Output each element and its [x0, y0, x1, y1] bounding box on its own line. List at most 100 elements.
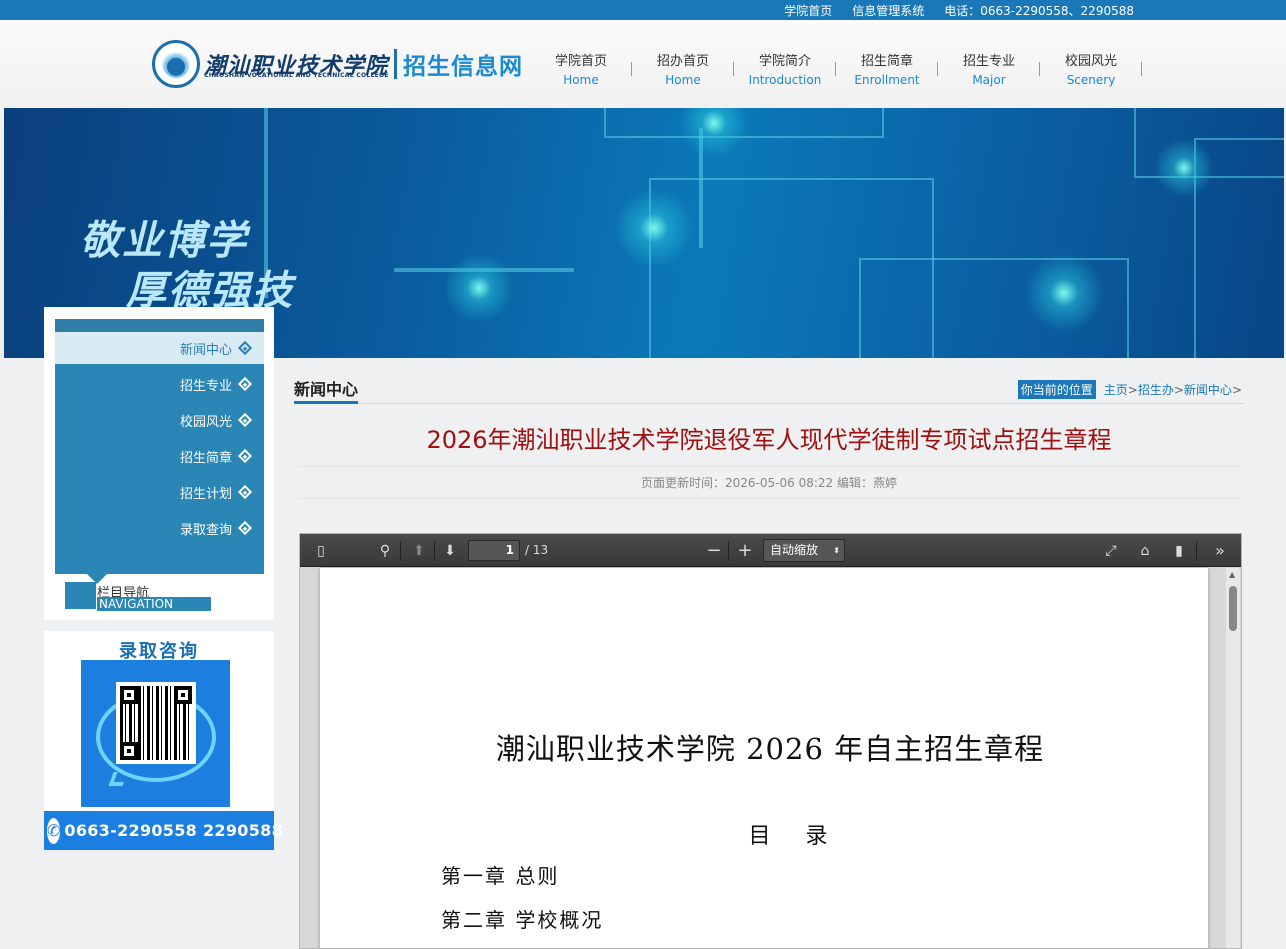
nav-label-en: Enrollment [854, 73, 920, 87]
pdf-toc-item: 第二章 学校概况 [441, 908, 604, 932]
nav-item-office-home[interactable]: 招办首页 Home [632, 54, 734, 90]
main-nav: 学院首页 Home 招办首页 Home 学院简介 Introduction 招生简章 E… [530, 54, 1142, 90]
top-link-home[interactable]: 学院首页 [784, 2, 832, 19]
top-links: 学院首页 信息管理系统 电话：0663-2290558、2290588 [784, 2, 1134, 19]
sidebar-toggle-icon[interactable]: ▯ [312, 542, 330, 560]
sidebar-item-label: 新闻中心 [179, 342, 232, 358]
top-link-info-system[interactable]: 信息管理系统 [852, 2, 924, 19]
sidebar-item-label: 招生简章 [179, 450, 232, 466]
diamond-bullet-icon [237, 448, 253, 464]
zoom-select[interactable]: 自动缩放 ⬍ [763, 539, 845, 562]
sidebar-item-majors[interactable]: 招生专业 [55, 368, 264, 400]
breadcrumb-news[interactable]: 新闻中心 [1184, 381, 1232, 398]
sidebar-item-label: 录取查询 [179, 522, 232, 538]
bookmark-icon[interactable]: ▮ [1170, 542, 1188, 560]
qr-finder [174, 686, 192, 704]
nav-label-en: Home [665, 73, 701, 87]
previous-page-icon[interactable]: ⬆ [410, 542, 428, 560]
nav-label-en: Home [563, 73, 599, 87]
banner-glow [679, 108, 749, 158]
section-header: 新闻中心 你当前的位置 主页 > 招生办 > 新闻中心 > [294, 376, 1244, 404]
nav-item-introduction[interactable]: 学院简介 Introduction [734, 54, 836, 90]
sidebar-menu-top-strip [55, 319, 264, 331]
banner-glow [1024, 253, 1104, 333]
phone-icon: ✆ [47, 817, 61, 844]
nav-label: 校园风光 [1064, 54, 1117, 69]
pdf-scrollbar[interactable]: ▲ [1226, 568, 1240, 948]
top-bar: 学院首页 信息管理系统 电话：0663-2290558、2290588 [0, 0, 1286, 20]
toolbar-separator [1196, 541, 1197, 561]
toolbar-separator [728, 541, 729, 561]
banner-glow [614, 188, 694, 268]
pdf-document-heading: 潮汕职业技术学院 2026 年自主招生章程 [495, 732, 1045, 766]
tools-menu-icon[interactable]: » [1211, 542, 1229, 560]
sidebar-item-plan[interactable]: 招生计划 [55, 476, 264, 508]
sidebar-item-label: 招生专业 [179, 378, 232, 394]
diamond-bullet-icon [237, 412, 253, 428]
search-icon[interactable]: ⚲ [376, 542, 394, 560]
consult-phone-bar: ✆ 0663-2290558 2290588 [44, 811, 283, 850]
sidebar-item-scenery[interactable]: 校园风光 [55, 404, 264, 436]
sidebar-menu: 新闻中心 招生专业 校园风光 招生简章 招生计划 录取查询 [55, 319, 264, 574]
sidebar-nav-label: 栏目导航 NAVIGATION [65, 582, 211, 616]
pdf-viewer: ▯ ⚲ ⬆ ⬇ 1 / 13 − + 自动缩放 ⬍ ⤢ ⌂ ▮ » 潮汕职业技术学… [299, 533, 1242, 949]
breadcrumb-separator: > [1173, 382, 1184, 397]
nav-label-en: Introduction [748, 73, 822, 87]
zoom-select-value: 自动缩放 [770, 543, 819, 557]
article-meta: 页面更新时间：2026-05-06 08:22 编辑：燕婷 [298, 466, 1240, 499]
diamond-bullet-icon [237, 520, 253, 536]
pdf-toc-item: 第一章 总则 [441, 864, 560, 888]
scroll-up-icon[interactable]: ▲ [1229, 570, 1235, 579]
consult-phone-number: 0663-2290558 2290588 [64, 821, 284, 840]
logo-college-name-en: CHAOSHAN VOCATIONAL AND TECHNICAL COLLEG… [204, 72, 389, 79]
page-count: / 13 [525, 543, 549, 557]
qr-code-panel [81, 660, 230, 807]
fullscreen-icon[interactable]: ⤢ [1102, 542, 1120, 560]
scrollbar-thumb[interactable] [1229, 586, 1237, 631]
site-header: 潮汕职业技术学院 CHAOSHAN VOCATIONAL AND TECHNIC… [0, 20, 1286, 108]
sidebar-item-brochure[interactable]: 招生简章 [55, 440, 264, 472]
page-number-input[interactable]: 1 [468, 540, 520, 561]
diamond-bullet-icon [237, 340, 253, 356]
nav-label-en: NAVIGATION [97, 597, 211, 611]
nav-label-square [65, 582, 96, 609]
nav-label-en: Major [972, 73, 1006, 87]
pdf-toc-title: 目 录 [748, 824, 842, 849]
chevron-updown-icon: ⬍ [833, 546, 840, 555]
sidebar-nav-box: 新闻中心 招生专业 校园风光 招生简章 招生计划 录取查询 栏目导航 NAVIG… [44, 307, 274, 620]
top-phone: 电话：0663-2290558、2290588 [944, 4, 1134, 18]
site-title: 招生信息网 [403, 54, 524, 80]
zoom-in-icon[interactable]: + [736, 542, 754, 560]
qr-code [116, 682, 196, 764]
nav-item-major[interactable]: 招生专业 Major [938, 54, 1040, 90]
nav-item-enrollment[interactable]: 招生简章 Enrollment [836, 54, 938, 90]
college-seal-icon [152, 40, 200, 88]
banner-glow [1154, 138, 1214, 198]
nav-label: 招生专业 [962, 54, 1015, 69]
next-page-icon[interactable]: ⬇ [441, 542, 459, 560]
diamond-bullet-icon [237, 376, 253, 392]
nav-item-scenery[interactable]: 校园风光 Scenery [1040, 54, 1142, 90]
sidebar-item-news[interactable]: 新闻中心 [55, 332, 264, 364]
breadcrumb-office[interactable]: 招生办 [1138, 381, 1174, 398]
article-title: 2026年潮汕职业技术学院退役军人现代学徒制专项试点招生章程 [426, 426, 1112, 454]
nav-label: 学院首页 [554, 54, 607, 69]
nav-item-college-home[interactable]: 学院首页 Home [530, 54, 632, 90]
college-logo[interactable]: 潮汕职业技术学院 CHAOSHAN VOCATIONAL AND TECHNIC… [152, 40, 523, 88]
sidebar-item-label: 招生计划 [179, 486, 232, 502]
sidebar-item-admission-query[interactable]: 录取查询 [55, 512, 264, 544]
chat-bubble-tail [108, 772, 128, 786]
section-title: 新闻中心 [294, 376, 359, 404]
pdf-toolbar: ▯ ⚲ ⬆ ⬇ 1 / 13 − + 自动缩放 ⬍ ⤢ ⌂ ▮ » [300, 534, 1241, 567]
zoom-out-icon[interactable]: − [705, 542, 723, 560]
nav-label: 招生简章 [860, 54, 913, 69]
breadcrumb-separator: > [1127, 382, 1138, 397]
diamond-bullet-icon [237, 484, 253, 500]
open-file-icon[interactable]: ⌂ [1136, 542, 1154, 560]
toolbar-separator [400, 541, 401, 561]
breadcrumb-home[interactable]: 主页 [1104, 381, 1128, 398]
qr-finder [120, 686, 138, 704]
banner-glow [444, 253, 514, 323]
nav-label: 学院简介 [758, 54, 811, 69]
qr-finder [120, 742, 138, 760]
